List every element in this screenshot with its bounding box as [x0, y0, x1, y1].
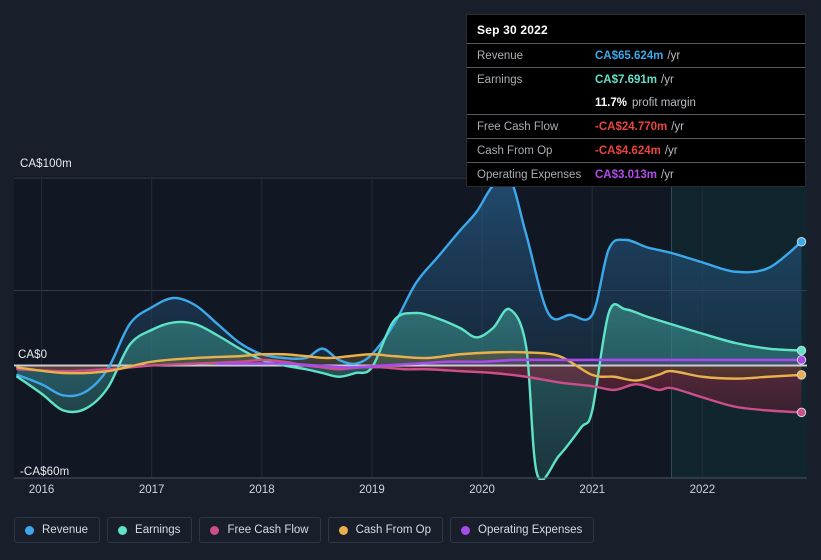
tooltip-row: Free Cash Flow -CA$24.770m/yr	[467, 114, 805, 138]
tooltip-row-value: CA$7.691m	[595, 73, 658, 86]
tooltip-date: Sep 30 2022	[477, 23, 548, 37]
legend-item-label: Free Cash Flow	[227, 524, 309, 536]
legend-item-revenue[interactable]: Revenue	[14, 517, 101, 543]
legend-color-dot-icon	[210, 525, 220, 535]
legend-color-dot-icon	[461, 525, 471, 535]
tooltip-row: Revenue CA$65.624m/yr	[467, 43, 805, 67]
financial-chart-widget: CA$100m CA$0 -CA$60m 2016 2017 2018 2019 2020 2…	[0, 0, 821, 560]
legend-item-earnings[interactable]: Earnings	[107, 517, 193, 543]
tooltip-row-label: Free Cash Flow	[477, 120, 559, 133]
legend-color-dot-icon	[118, 525, 128, 535]
tooltip-row-value: CA$3.013m	[595, 168, 658, 181]
y-axis-tick-label: -CA$60m	[20, 466, 70, 478]
x-axis-tick-label: 2016	[28, 484, 55, 496]
x-axis-tick-label: 2018	[249, 484, 275, 496]
tooltip-row-value: 11.7%	[595, 96, 627, 109]
tooltip-row-label: Revenue	[477, 49, 524, 62]
tooltip-row: Earnings CA$7.691m/yr	[467, 67, 805, 91]
tooltip-row-unit: /yr	[667, 49, 681, 62]
tooltip-rows: Revenue CA$65.624m/yr Earnings CA$7.691m/yr…	[467, 43, 805, 186]
tooltip-row-label: Operating Expenses	[477, 168, 582, 181]
y-axis-tick-label: CA$100m	[20, 158, 72, 170]
data-tooltip: Sep 30 2022 Revenue CA$65.624m/yr Earnings…	[466, 14, 806, 187]
legend-item-free-cash-flow[interactable]: Free Cash Flow	[199, 517, 321, 543]
legend-item-label: Revenue	[42, 524, 89, 536]
tooltip-row-unit: /yr	[661, 168, 674, 181]
legend-item-operating-expenses[interactable]: Operating Expenses	[450, 517, 595, 543]
tooltip-row-value: CA$65.624m	[595, 49, 664, 62]
x-axis-tick-label: 2017	[138, 484, 165, 496]
tooltip-row: Cash From Op -CA$4.624m/yr	[467, 138, 805, 162]
legend-item-cash-from-op[interactable]: Cash From Op	[327, 517, 444, 543]
tooltip-row: 11.7% profit margin	[467, 91, 805, 114]
legend-item-label: Earnings	[135, 524, 181, 536]
legend-color-dot-icon	[338, 525, 348, 535]
tooltip-row-unit: /yr	[671, 120, 685, 133]
tooltip-row-label: Earnings	[477, 73, 523, 86]
x-axis-tick-label: 2020	[469, 484, 495, 496]
x-axis-tick-label: 2021	[579, 484, 606, 496]
x-axis-tick-label: 2022	[689, 484, 716, 496]
legend-item-label: Operating Expenses	[478, 524, 583, 536]
tooltip-row-value: -CA$4.624m	[595, 144, 661, 157]
tooltip-row-label: Cash From Op	[477, 144, 553, 157]
tooltip-row-unit: /yr	[661, 73, 674, 86]
tooltip-row: Operating Expenses CA$3.013m/yr	[467, 162, 805, 186]
tooltip-row-unit: /yr	[664, 144, 678, 157]
tooltip-row-value: -CA$24.770m	[595, 120, 668, 133]
y-axis-tick-label: CA$0	[18, 348, 48, 361]
x-axis-tick-label: 2019	[359, 484, 385, 496]
legend-item-label: Cash From Op	[355, 524, 432, 536]
legend-color-dot-icon	[25, 525, 34, 535]
tooltip-row-unit: profit margin	[631, 96, 696, 109]
chart-legend[interactable]: Revenue Earnings Free Cash Flow Cash From O…	[14, 517, 595, 543]
